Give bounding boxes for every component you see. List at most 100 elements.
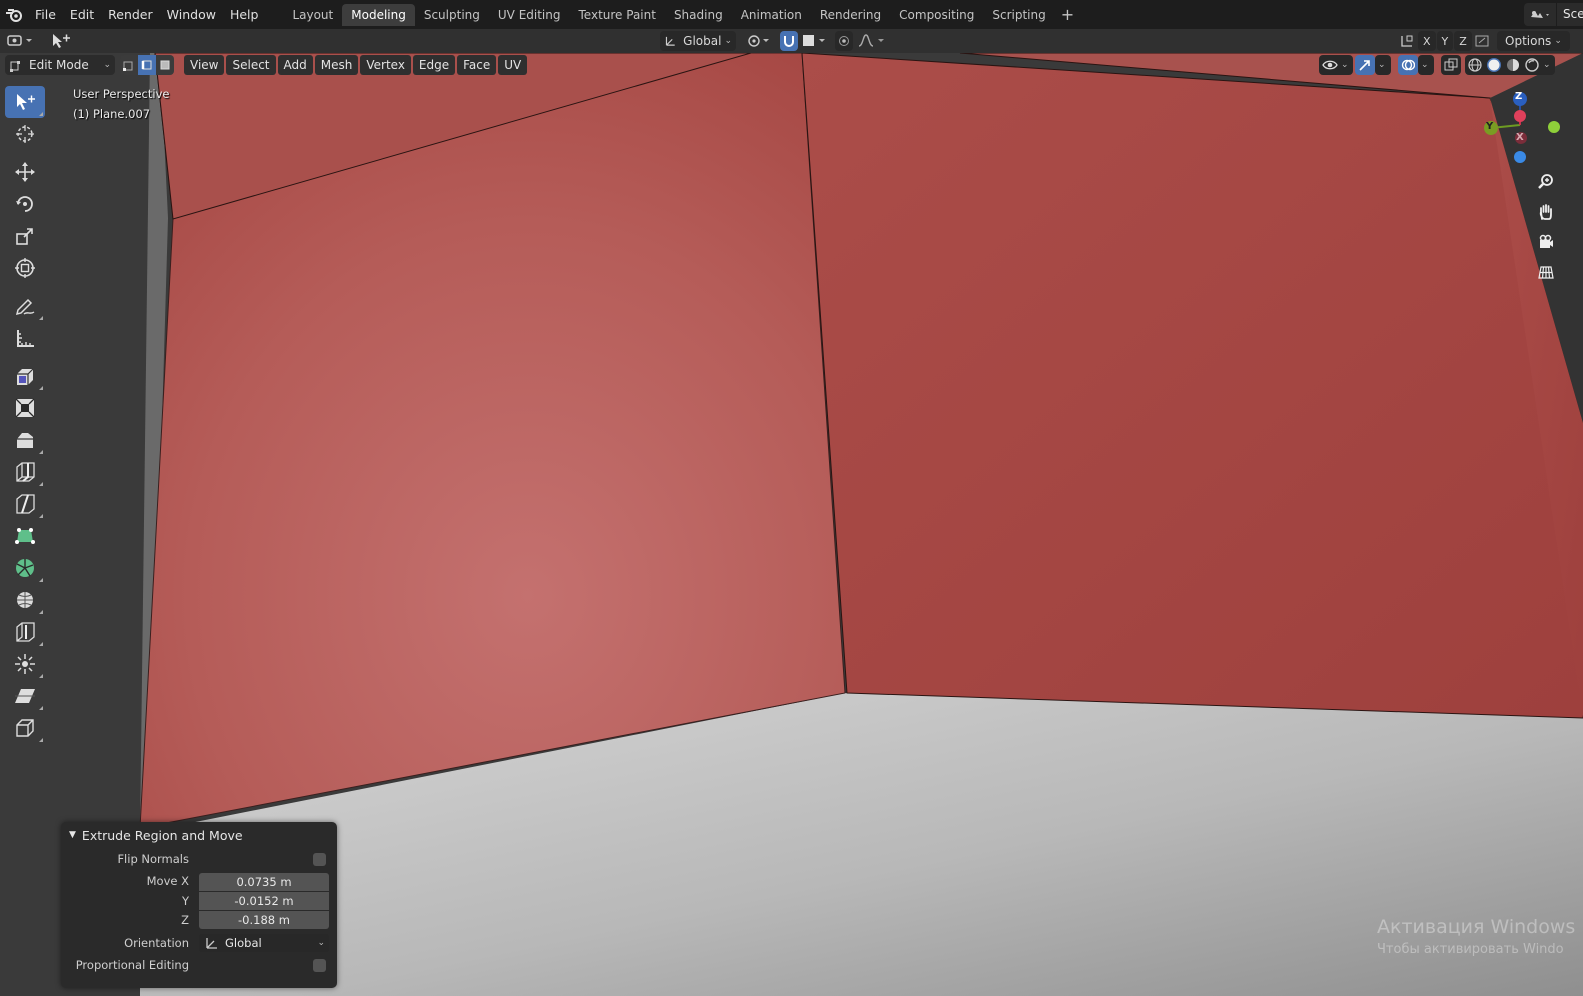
bevel-tool[interactable] [5,424,45,456]
annotate-tool[interactable] [5,290,45,322]
gizmo-dropdown[interactable]: ⌄ [1375,55,1391,75]
knife-tool[interactable] [5,488,45,520]
measure-tool[interactable] [5,322,45,354]
menu-edge[interactable]: Edge [412,55,456,75]
flip-normals-checkbox[interactable] [313,853,326,866]
snap-target-select[interactable] [801,31,829,51]
inset-faces-tool[interactable] [5,392,45,424]
rendered-shading-icon[interactable] [1524,57,1540,73]
operator-title: Extrude Region and Move [81,827,243,843]
options-dropdown[interactable]: Options ⌄ [1497,31,1570,51]
select-box-tool[interactable] [5,86,45,118]
tab-scripting[interactable]: Scripting [983,4,1054,26]
mirror-y-toggle[interactable]: Y [1436,31,1454,51]
scale-tool[interactable] [5,220,45,252]
chevron-down-icon[interactable]: ⌄ [1543,60,1551,70]
rip-region-tool[interactable] [5,712,45,744]
menu-vertex[interactable]: Vertex [360,55,411,75]
edge-slide-tool[interactable] [5,616,45,648]
menu-view[interactable]: View [184,55,225,75]
orientation-label: Global [683,34,722,48]
ortho-toggle-button[interactable] [1533,259,1559,285]
blender-logo-icon[interactable] [0,0,28,29]
vertex-select-mode[interactable] [120,55,138,75]
poly-build-tool[interactable] [5,520,45,552]
extrude-region-tool[interactable] [5,360,45,392]
proportional-edit-toggle[interactable] [835,31,853,51]
mirror-x-toggle[interactable]: X [1418,31,1436,51]
tab-modeling[interactable]: Modeling [342,3,415,26]
menu-edit[interactable]: Edit [63,0,101,29]
tool-select-box-icon[interactable] [50,31,72,51]
operator-panel-header[interactable]: ▼ Extrude Region and Move [69,826,243,844]
face-select-mode[interactable] [156,55,174,75]
tab-rendering[interactable]: Rendering [811,4,890,26]
move-tool[interactable] [5,156,45,188]
pan-button[interactable] [1533,199,1559,225]
wireframe-shading-icon[interactable] [1467,57,1483,73]
move-y-field[interactable]: -0.0152 m [199,892,329,910]
menu-uv[interactable]: UV [498,55,528,75]
pivot-point-button[interactable] [746,31,772,51]
menu-mesh[interactable]: Mesh [314,55,359,75]
proportional-editing-checkbox[interactable] [313,959,326,972]
scene-selector[interactable]: Scene [1524,3,1583,26]
gizmo-toggle[interactable] [1355,55,1375,75]
edge-select-mode[interactable] [138,55,156,75]
tab-sculpting[interactable]: Sculpting [415,4,489,26]
falloff-select[interactable] [857,31,887,51]
gizmo-x-axis[interactable] [1514,110,1526,122]
menu-window[interactable]: Window [160,0,223,29]
navigation-gizmo[interactable]: Z Y X [1480,85,1560,165]
move-x-field[interactable]: 0.0735 m [199,873,329,891]
overlays-toggle[interactable] [1398,55,1418,75]
tab-compositing[interactable]: Compositing [890,4,983,26]
gizmo-neg-y-axis[interactable] [1548,121,1560,133]
tab-animation[interactable]: Animation [732,4,811,26]
shear-tool[interactable] [5,680,45,712]
mode-select[interactable]: Edit Mode ⌄ [5,55,115,75]
scene-icon[interactable] [1524,3,1556,26]
auto-merge-toggle[interactable] [1474,31,1492,51]
solid-shading-icon[interactable] [1486,57,1502,73]
tab-uv-editing[interactable]: UV Editing [489,4,570,26]
transform-orientation-select[interactable]: Global ⌄ [660,31,736,51]
xray-toggle[interactable] [1441,55,1461,75]
smooth-tool[interactable] [5,584,45,616]
gizmo-neg-z-axis[interactable] [1514,151,1526,163]
visibility-select[interactable]: ⌄ [1319,55,1353,75]
tab-layout[interactable]: Layout [283,4,342,26]
pivot-icon [748,35,769,47]
tab-shading[interactable]: Shading [665,4,732,26]
camera-view-button[interactable] [1533,229,1559,255]
rotate-tool[interactable] [5,188,45,220]
mirror-z-toggle[interactable]: Z [1454,31,1472,51]
cursor-tool[interactable] [5,118,45,150]
snap-toggle[interactable] [780,31,798,51]
move-z-field[interactable]: -0.188 m [199,911,329,929]
collapse-triangle-icon[interactable]: ▼ [69,830,76,840]
menu-select[interactable]: Select [226,55,276,75]
menu-face[interactable]: Face [457,55,497,75]
tab-texture-paint[interactable]: Texture Paint [570,4,665,26]
editor-type-button[interactable] [6,31,36,51]
zoom-button[interactable] [1533,169,1559,195]
spin-tool[interactable] [5,552,45,584]
proportional-editing-label: Proportional Editing [75,958,189,972]
scene-name[interactable]: Scene [1557,3,1583,26]
options-label: Options [1505,34,1552,48]
active-object-label: (1) Plane.007 [73,107,151,121]
shrink-fatten-tool[interactable] [5,648,45,680]
orientation-value: Global [225,936,262,950]
loop-cut-tool[interactable] [5,456,45,488]
menu-help[interactable]: Help [223,0,266,29]
add-workspace-button[interactable]: + [1055,5,1080,24]
orientation-dropdown[interactable]: Global ⌄ [199,934,329,952]
transform-tool[interactable] [5,252,45,284]
flip-normals-label: Flip Normals [117,852,189,866]
menu-add[interactable]: Add [277,55,313,75]
overlays-dropdown[interactable]: ⌄ [1418,55,1434,75]
menu-render[interactable]: Render [101,0,160,29]
menu-file[interactable]: File [28,0,63,29]
material-shading-icon[interactable] [1505,57,1521,73]
